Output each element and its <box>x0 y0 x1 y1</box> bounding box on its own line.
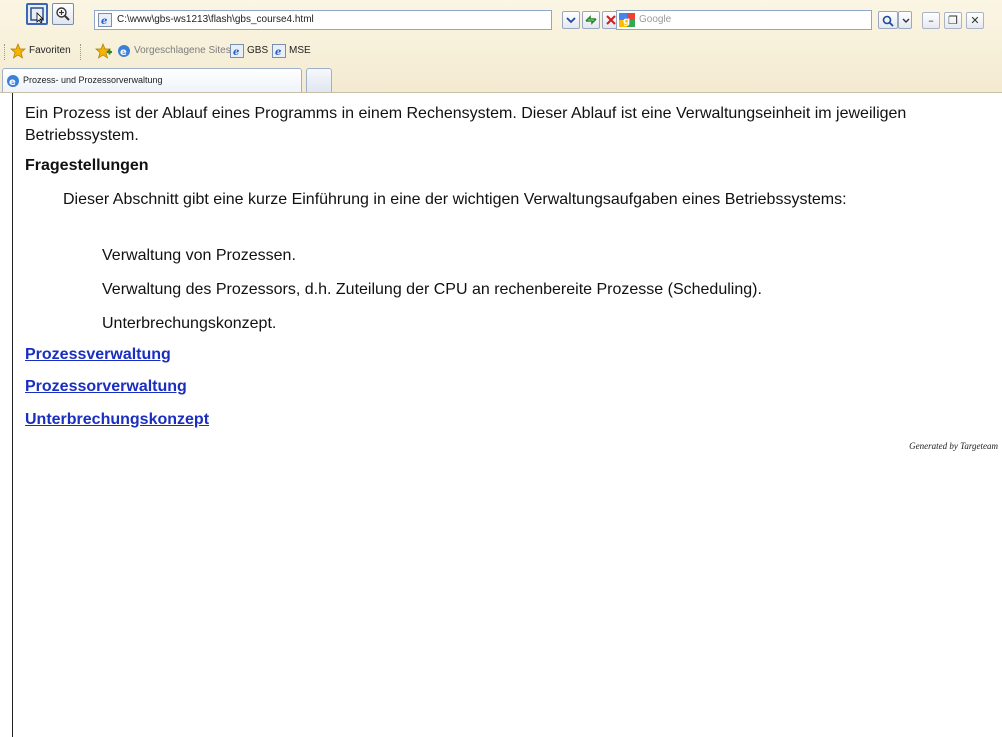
section-heading: Fragestellungen <box>25 157 149 174</box>
ie-page-icon: e <box>272 44 286 63</box>
list-item: Unterbrechungskonzept. <box>102 315 277 332</box>
svg-text:e: e <box>120 47 127 58</box>
link-prozessverwaltung[interactable]: Prozessverwaltung <box>25 346 171 364</box>
minimize-button[interactable]: – <box>922 12 940 29</box>
star-icon <box>10 43 26 64</box>
search-icon[interactable] <box>878 11 898 29</box>
close-button[interactable]: ✕ <box>966 12 984 29</box>
suggested-sites-button[interactable]: Vorgeschlagene Sites ▾ <box>134 45 239 56</box>
svg-text:e: e <box>275 47 281 58</box>
ie-icon: e <box>117 44 131 63</box>
search-input[interactable]: g Google <box>616 10 872 30</box>
ie-page-icon: e <box>230 44 244 63</box>
ie-icon: e <box>6 74 20 93</box>
favorite-link[interactable]: MSE <box>289 45 311 56</box>
new-tab-button[interactable] <box>306 68 332 92</box>
tab-bar: e Prozess- und Prozessorverwaltung <box>0 66 1002 92</box>
list-item: Verwaltung von Prozessen. <box>102 247 296 264</box>
link-prozessorverwaltung[interactable]: Prozessorverwaltung <box>25 378 187 396</box>
link-unterbrechungskonzept[interactable]: Unterbrechungskonzept <box>25 411 209 429</box>
google-icon: g <box>619 13 635 32</box>
favorites-button[interactable]: Favoriten <box>29 45 71 56</box>
address-bar[interactable]: e C:\www\gbs-ws1213\flash\gbs_course4.ht… <box>94 10 552 30</box>
refresh-icon[interactable] <box>582 11 600 29</box>
list-item: Verwaltung des Prozessors, d.h. Zuteilun… <box>102 281 762 298</box>
separator <box>4 44 6 60</box>
add-favorite-icon[interactable] <box>95 43 113 64</box>
page-content: Ein Prozess ist der Ablauf eines Program… <box>12 93 1002 737</box>
restore-button[interactable]: ❐ <box>944 12 962 29</box>
favorites-bar: Favoriten e Vorgeschlagene Sites ▾ e GBS… <box>0 40 1002 64</box>
svg-text:e: e <box>101 16 107 27</box>
generated-by-footer: Generated by Targeteam <box>909 441 998 451</box>
browser-chrome: e C:\www\gbs-ws1213\flash\gbs_course4.ht… <box>0 0 1002 93</box>
dropdown-arrow-icon[interactable] <box>562 11 580 29</box>
intro-text: Ein Prozess ist der Ablauf eines Program… <box>25 105 907 144</box>
tab-active[interactable]: e Prozess- und Prozessorverwaltung <box>2 68 302 92</box>
address-text: C:\www\gbs-ws1213\flash\gbs_course4.html <box>117 14 314 25</box>
ie-page-icon: e <box>98 13 112 32</box>
section-description: Dieser Abschnitt gibt eine kurze Einführ… <box>63 191 847 208</box>
search-options-icon[interactable] <box>898 11 912 29</box>
tab-label: Prozess- und Prozessorverwaltung <box>23 75 163 85</box>
search-placeholder: Google <box>639 14 672 25</box>
svg-text:g: g <box>623 16 630 27</box>
magnifier-plus-icon[interactable] <box>52 3 74 25</box>
favorite-link[interactable]: GBS <box>247 45 268 56</box>
svg-text:e: e <box>9 77 16 88</box>
pointer-select-icon[interactable] <box>26 3 48 25</box>
separator <box>80 44 82 60</box>
svg-text:e: e <box>233 47 239 58</box>
address-row: e C:\www\gbs-ws1213\flash\gbs_course4.ht… <box>0 0 1002 38</box>
